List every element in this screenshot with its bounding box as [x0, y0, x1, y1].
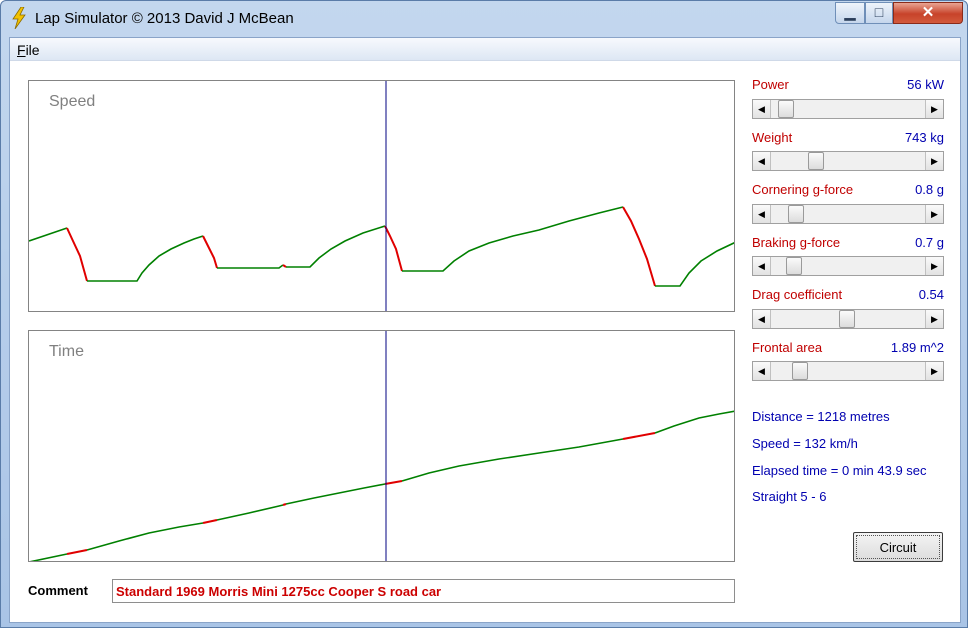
close-icon: ✕ [921, 4, 935, 21]
drag-slider-thumb[interactable] [838, 310, 855, 328]
speed-trace-accel-5 [402, 206, 624, 272]
weight-label: Weight [752, 130, 793, 145]
speed-trace-brake-3 [282, 264, 287, 268]
time-trace-brake-1 [66, 549, 88, 555]
speed-trace-brake-1 [66, 227, 88, 282]
speed-trace-accel-2 [87, 235, 204, 282]
speed-graph[interactable]: Speed [28, 80, 735, 312]
segment-readout: Straight 5 - 6 [752, 489, 827, 504]
speed-readout: Speed = 132 km/h [752, 436, 858, 451]
comment-input[interactable] [113, 580, 734, 602]
cornering-slider-right-arrow[interactable]: ▶ [925, 205, 943, 223]
time-trace-brake-5 [622, 432, 656, 440]
distance-readout: Distance = 1218 metres [752, 409, 890, 424]
menu-file-label: ile [25, 42, 40, 58]
elapsed-time-readout: Elapsed time = 0 min 43.9 sec [752, 463, 927, 478]
menu-file-mnemonic: F [17, 42, 26, 58]
braking-slider-thumb[interactable] [786, 257, 803, 275]
time-trace-brake-3 [282, 503, 287, 506]
app-window: Lap Simulator © 2013 David J McBean ▁ □ … [0, 0, 968, 628]
maximize-button[interactable]: □ [865, 2, 893, 24]
menu-bar: File [10, 38, 960, 61]
frontal-area-value: 1.89 m^2 [890, 340, 944, 355]
window-title: Lap Simulator © 2013 David J McBean [35, 10, 294, 27]
time-plot [29, 331, 734, 561]
braking-slider-right-arrow[interactable]: ▶ [925, 257, 943, 275]
speed-graph-label: Speed [49, 93, 96, 110]
speed-trace-accel-6 [655, 242, 734, 287]
cornering-label: Cornering g-force [752, 182, 854, 197]
comment-label: Comment [28, 583, 88, 598]
title-bar[interactable]: Lap Simulator © 2013 David J McBean ▁ □ … [1, 1, 967, 37]
minimize-button[interactable]: ▁ [835, 2, 865, 24]
speed-trace-accel-4 [286, 225, 386, 268]
braking-label: Braking g-force [752, 235, 841, 250]
frontal-area-slider[interactable]: ◀ ▶ [752, 361, 944, 381]
power-slider-thumb[interactable] [777, 100, 794, 118]
lightning-icon [12, 7, 26, 29]
circuit-button[interactable]: Circuit [853, 532, 943, 562]
braking-slider[interactable]: ◀ ▶ [752, 256, 944, 276]
power-value: 56 kW [907, 77, 944, 92]
menu-file[interactable]: File [17, 42, 40, 58]
weight-slider-thumb[interactable] [808, 152, 825, 170]
power-slider-right-arrow[interactable]: ▶ [925, 100, 943, 118]
time-trace-accel-3 [216, 504, 284, 521]
braking-slider-left-arrow[interactable]: ◀ [753, 257, 771, 275]
client-area: File Speed Time Comment Standard 1969 Mo… [9, 37, 961, 623]
time-trace-accel-4 [285, 483, 386, 505]
time-trace-accel-1 [29, 553, 68, 561]
time-graph-label: Time [49, 343, 84, 360]
drag-slider-left-arrow[interactable]: ◀ [753, 310, 771, 328]
frontal-area-slider-thumb[interactable] [791, 362, 808, 380]
power-label: Power [752, 77, 789, 92]
minimize-icon: ▁ [844, 4, 856, 20]
time-graph[interactable]: Time [28, 330, 735, 562]
speed-trace-brake-4 [384, 225, 403, 272]
speed-trace-brake-5 [622, 206, 656, 287]
cornering-slider-left-arrow[interactable]: ◀ [753, 205, 771, 223]
braking-value: 0.7 g [915, 235, 944, 250]
time-trace-brake-2 [202, 519, 218, 524]
frontal-area-label: Frontal area [752, 340, 823, 355]
power-slider[interactable]: ◀ ▶ [752, 99, 944, 119]
cornering-slider-thumb[interactable] [787, 205, 804, 223]
weight-value: 743 kg [904, 130, 944, 145]
speed-plot [29, 81, 734, 311]
cornering-value: 0.8 g [915, 182, 944, 197]
power-slider-left-arrow[interactable]: ◀ [753, 100, 771, 118]
close-button[interactable]: ✕ [893, 2, 963, 24]
cornering-slider[interactable]: ◀ ▶ [752, 204, 944, 224]
weight-slider-left-arrow[interactable]: ◀ [753, 152, 771, 170]
time-trace-accel-2 [86, 522, 204, 551]
time-trace-brake-4 [384, 480, 403, 485]
time-trace-accel-6 [654, 410, 734, 434]
weight-slider-right-arrow[interactable]: ▶ [925, 152, 943, 170]
comment-box [112, 579, 735, 603]
frontal-area-slider-right-arrow[interactable]: ▶ [925, 362, 943, 380]
drag-value: 0.54 [918, 287, 944, 302]
speed-trace-accel-3 [217, 264, 284, 269]
drag-slider[interactable]: ◀ ▶ [752, 309, 944, 329]
speed-trace-accel-1 [29, 227, 68, 242]
drag-slider-right-arrow[interactable]: ▶ [925, 310, 943, 328]
weight-slider[interactable]: ◀ ▶ [752, 151, 944, 171]
frontal-area-slider-left-arrow[interactable]: ◀ [753, 362, 771, 380]
time-trace-accel-5 [401, 438, 624, 482]
maximize-icon: □ [874, 4, 884, 20]
drag-label: Drag coefficient [752, 287, 843, 302]
speed-trace-brake-2 [202, 235, 218, 269]
